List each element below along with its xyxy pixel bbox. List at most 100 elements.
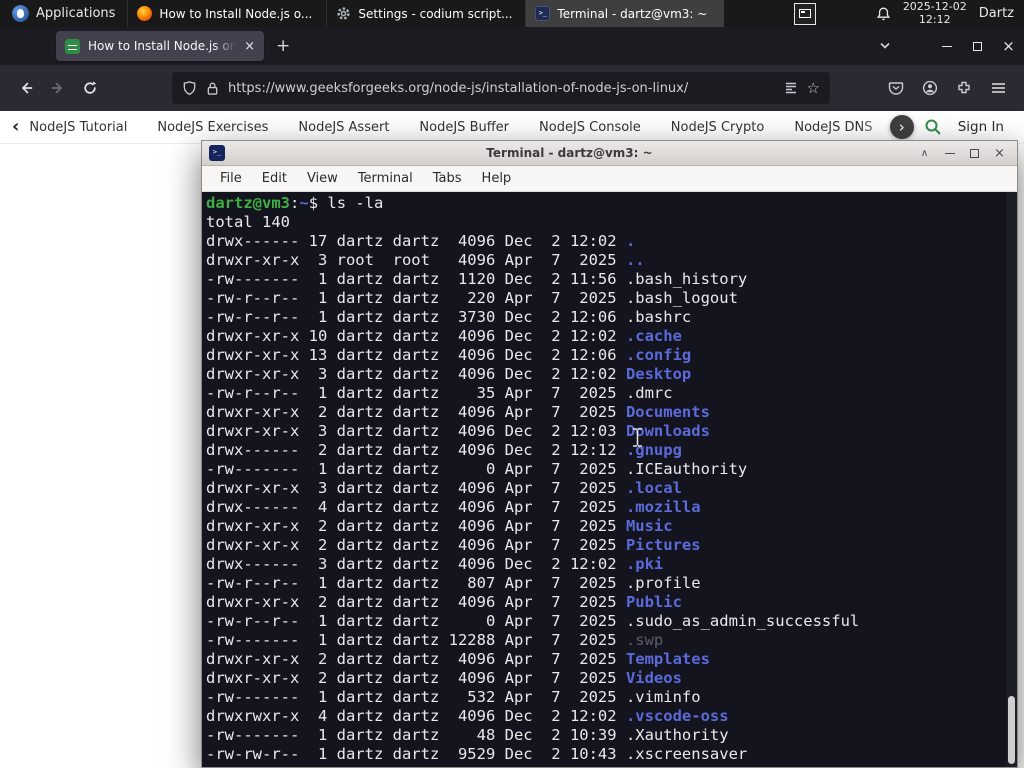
listing-row: drwx------ 2 dartz dartz 4096 Dec 2 12:1…	[206, 441, 682, 459]
site-nav-item[interactable]: NodeJS Buffer	[419, 120, 509, 135]
address-bar[interactable]: https://www.geeksforgeeks.org/node-js/in…	[172, 72, 830, 104]
listing-row: drwxr-xr-x 3 root root 4096 Apr 7 2025 .…	[206, 251, 645, 269]
terminal-menu-item[interactable]: Help	[472, 166, 522, 192]
reader-mode-icon[interactable]	[784, 81, 798, 95]
terminal-menu-item[interactable]: Edit	[252, 166, 297, 192]
mouse-cursor-ibeam	[632, 428, 643, 451]
site-nav-item[interactable]: NodeJS DNS	[794, 120, 872, 135]
sign-in-link[interactable]: Sign In	[958, 119, 1004, 135]
terminal-titlebar[interactable]: >_ Terminal - dartz@vm3: ~ ∧ ×	[202, 141, 1017, 166]
listing-row: drwxr-xr-x 3 dartz dartz 4096 Apr 7 2025…	[206, 479, 682, 497]
terminal-close-button[interactable]: ×	[989, 144, 1010, 163]
listing-row: -rw-r--r-- 1 dartz dartz 807 Apr 7 2025 …	[206, 574, 701, 592]
reload-button[interactable]	[74, 72, 106, 104]
user-menu[interactable]: Dartz	[979, 6, 1014, 21]
listing-row: -rw------- 1 dartz dartz 48 Dec 2 10:39 …	[206, 726, 729, 744]
site-nav-next-icon[interactable]: ›	[889, 115, 914, 139]
listing-row: drwx------ 17 dartz dartz 4096 Dec 2 12:…	[206, 232, 636, 250]
command-text: ls -la	[327, 194, 384, 212]
taskbar-button-browser[interactable]: How to Install Node.js o...	[127, 0, 326, 27]
site-nav-item[interactable]: NodeJS Crypto	[671, 120, 765, 135]
listing-row: -rw-r--r-- 1 dartz dartz 0 Apr 7 2025 .s…	[206, 612, 860, 630]
shield-icon[interactable]	[182, 80, 197, 96]
window-maximize-button[interactable]	[962, 27, 993, 65]
listing-row: drwx------ 4 dartz dartz 4096 Apr 7 2025…	[206, 498, 701, 516]
back-button[interactable]	[10, 72, 42, 104]
terminal-menubar: File Edit View Terminal Tabs Help	[202, 166, 1017, 192]
terminal-menu-item[interactable]: View	[297, 166, 348, 192]
terminal-shade-button[interactable]: ∧	[914, 144, 935, 163]
listing-row: drwx------ 3 dartz dartz 4096 Dec 2 12:0…	[206, 555, 664, 573]
window-minimize-button[interactable]	[931, 27, 962, 65]
listing-row: -rw------- 1 dartz dartz 12288 Apr 7 202…	[206, 631, 664, 649]
bookmark-star-icon[interactable]: ☆	[807, 79, 820, 97]
tray-icon[interactable]	[793, 2, 816, 25]
extensions-icon[interactable]	[948, 72, 980, 104]
firefox-icon	[137, 6, 153, 21]
site-nav-item[interactable]: NodeJS Exercises	[157, 120, 268, 135]
listing-row: drwxr-xr-x 2 dartz dartz 4096 Apr 7 2025…	[206, 669, 682, 687]
listing-row: -rw-r--r-- 1 dartz dartz 35 Apr 7 2025 .…	[206, 384, 673, 402]
listing-row: drwxr-xr-x 13 dartz dartz 4096 Dec 2 12:…	[206, 346, 692, 364]
terminal-menu-item[interactable]: File	[210, 166, 252, 192]
listing-row: -rw-rw-r-- 1 dartz dartz 9529 Dec 2 10:4…	[206, 745, 748, 763]
notifications-button[interactable]	[876, 6, 891, 22]
prompt-user: dartz@vm3	[206, 194, 290, 212]
clock[interactable]: 2025-12-02 12:12	[902, 0, 967, 26]
clock-date: 2025-12-02	[902, 0, 967, 13]
tab-close-icon[interactable]: ×	[244, 39, 255, 54]
applications-label: Applications	[36, 6, 116, 21]
taskbar-button-label: How to Install Node.js o...	[159, 6, 313, 21]
listing-row: drwxr-xr-x 2 dartz dartz 4096 Apr 7 2025…	[206, 536, 701, 554]
menu-icon[interactable]	[982, 72, 1014, 104]
forward-button[interactable]	[42, 72, 74, 104]
bell-icon	[876, 7, 890, 20]
listing-row: drwxrwxr-x 4 dartz dartz 4096 Dec 2 12:0…	[206, 707, 729, 725]
terminal-scrollbar[interactable]	[1006, 192, 1017, 767]
listing-row: drwxr-xr-x 2 dartz dartz 4096 Apr 7 2025…	[206, 517, 673, 535]
browser-toolbar: https://www.geeksforgeeks.org/node-js/in…	[0, 65, 1024, 111]
url-text[interactable]: https://www.geeksforgeeks.org/node-js/in…	[228, 81, 775, 96]
site-nav-item[interactable]: NodeJS Assert	[298, 120, 389, 135]
terminal-body[interactable]: dartz@vm3:~$ ls -la total 140 drwx------…	[202, 192, 1017, 767]
tab-list-chevron-icon[interactable]	[879, 42, 891, 50]
prompt-path: ~	[299, 194, 309, 212]
top-panel: Applications How to Install Node.js o...…	[0, 0, 1024, 27]
taskbar-button-terminal[interactable]: >_ Terminal - dartz@vm3: ~	[525, 0, 725, 27]
listing-row: -rw------- 1 dartz dartz 1120 Dec 2 11:5…	[206, 270, 748, 288]
scrollbar-thumb[interactable]	[1008, 696, 1015, 764]
site-nav-item[interactable]: NodeJS Console	[539, 120, 641, 135]
applications-menu[interactable]: Applications	[0, 0, 127, 27]
gfg-favicon-icon	[65, 38, 80, 54]
browser-tab-bar: How to Install Node.js on × + ×	[0, 27, 1024, 65]
listing-row: -rw------- 1 dartz dartz 0 Apr 7 2025 .I…	[206, 460, 748, 478]
site-nav-item[interactable]: NodeJS Tutorial	[29, 120, 127, 135]
listing-row: drwxr-xr-x 2 dartz dartz 4096 Apr 7 2025…	[206, 593, 682, 611]
tray-terminal-glyph	[798, 9, 811, 18]
listing-row: -rw------- 1 dartz dartz 532 Apr 7 2025 …	[206, 688, 701, 706]
terminal-minimize-button[interactable]	[939, 144, 960, 163]
terminal-window-icon[interactable]: >_	[209, 145, 225, 161]
panel-tray: 2025-12-02 12:12 Dartz	[793, 0, 1024, 27]
browser-tab-active[interactable]: How to Install Node.js on ×	[56, 31, 264, 61]
taskbar-button-label: Terminal - dartz@vm3: ~	[557, 6, 708, 21]
window-close-button[interactable]: ×	[993, 27, 1024, 65]
search-icon[interactable]	[924, 118, 942, 136]
clock-time: 12:12	[918, 12, 951, 26]
reload-icon	[84, 81, 97, 94]
listing-row: drwxr-xr-x 2 dartz dartz 4096 Apr 7 2025…	[206, 403, 710, 421]
pocket-icon[interactable]	[880, 72, 912, 104]
terminal-menu-item[interactable]: Terminal	[348, 166, 423, 192]
terminal-maximize-button[interactable]	[964, 144, 985, 163]
listing-row: drwxr-xr-x 3 dartz dartz 4096 Dec 2 12:0…	[206, 365, 692, 383]
account-icon[interactable]	[914, 72, 946, 104]
terminal-window-title: Terminal - dartz@vm3: ~	[486, 146, 653, 160]
site-nav-prev-icon[interactable]: ‹	[12, 118, 19, 136]
terminal-menu-item[interactable]: Tabs	[423, 166, 472, 192]
terminal-listing: drwx------ 17 dartz dartz 4096 Dec 2 12:…	[206, 232, 1003, 764]
new-tab-button[interactable]: +	[276, 36, 290, 56]
terminal-output: dartz@vm3:~$ ls -la total 140 drwx------…	[206, 194, 1003, 764]
site-nav-items: NodeJS Tutorial NodeJS Exercises NodeJS As…	[29, 111, 904, 143]
lock-icon[interactable]	[206, 81, 219, 96]
taskbar-button-settings[interactable]: Settings - codium script...	[326, 0, 525, 27]
